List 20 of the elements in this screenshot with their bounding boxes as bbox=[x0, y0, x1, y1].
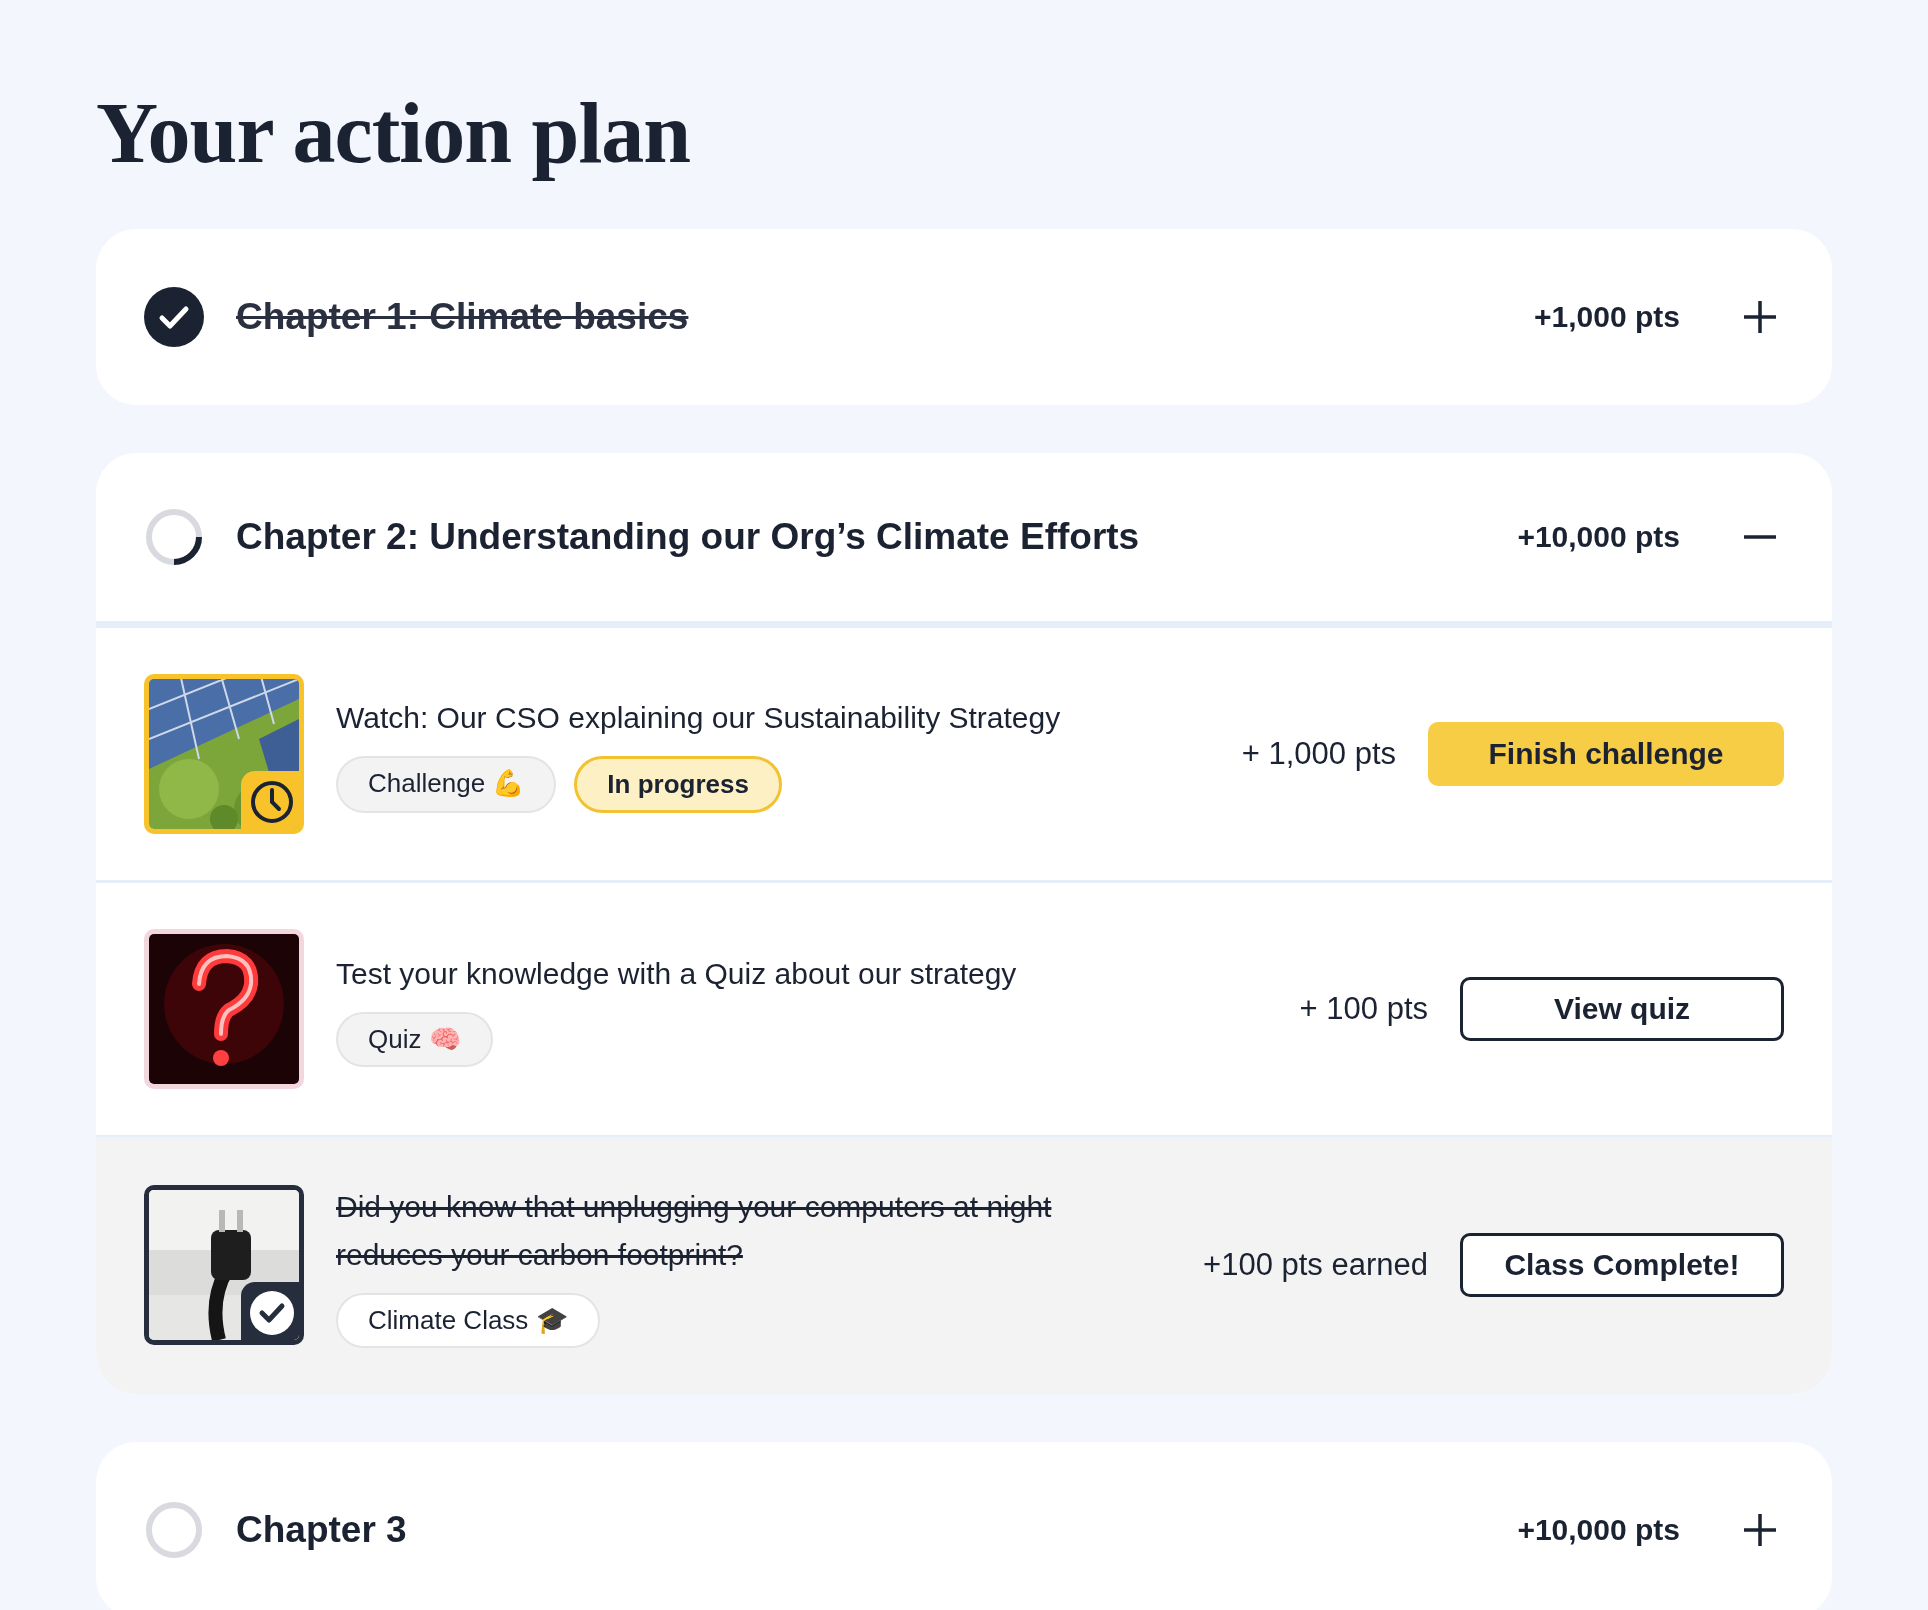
points-label: +100 pts earned bbox=[1203, 1247, 1428, 1284]
category-tag: Climate Class 🎓 bbox=[336, 1292, 600, 1348]
page-title: Your action plan bbox=[96, 86, 692, 181]
chapter-title: Chapter 3 bbox=[236, 1508, 408, 1551]
action-button[interactable]: View quiz bbox=[1460, 976, 1784, 1041]
item-title: Test your knowledge with a Quiz about our strategy bbox=[336, 956, 1018, 993]
category-tag: Quiz 🧠 bbox=[336, 1012, 493, 1068]
item-title: Watch: Our CSO explaining our Sustainability Strategy bbox=[336, 700, 1062, 737]
item-title: Did you know that unplugging your computers at night reduces your carbon footprint? bbox=[336, 1188, 1053, 1273]
points-label: +10,000 pts bbox=[1517, 519, 1680, 554]
points-label: + 1,000 pts bbox=[1241, 735, 1396, 772]
chapter-title: Chapter 1: Climate basics bbox=[236, 295, 690, 338]
category-tag: Challenge 💪 bbox=[336, 756, 557, 814]
chapter-title: Chapter 2: Understanding our Org’s Climate Efforts bbox=[236, 515, 1141, 558]
points-label: +1,000 pts bbox=[1534, 299, 1680, 334]
status-tag: In progress bbox=[574, 756, 782, 814]
action-button[interactable]: Class Complete! bbox=[1460, 1233, 1784, 1298]
points-label: +10,000 pts bbox=[1517, 1512, 1680, 1547]
finish-challenge-button[interactable]: Finish challenge bbox=[1428, 721, 1784, 786]
points-label: + 100 pts bbox=[1299, 990, 1428, 1027]
